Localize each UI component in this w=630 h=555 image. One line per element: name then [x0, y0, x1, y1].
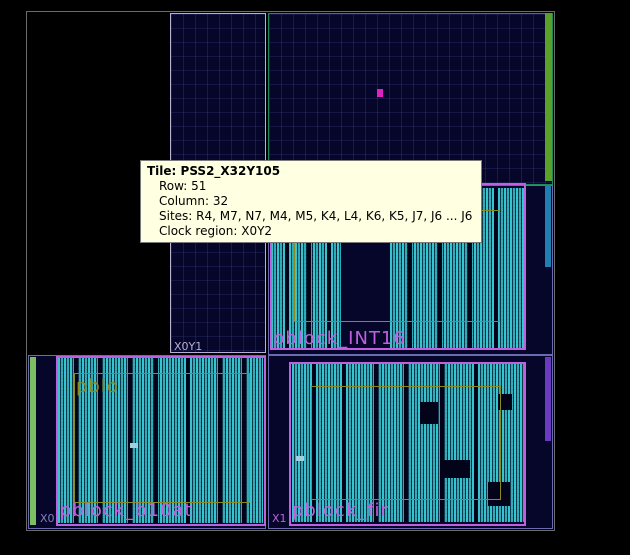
pblock-int16-label: pblock_INT16	[273, 328, 406, 349]
tooltip-sites: Sites: R4, M7, N7, M4, M5, K4, L4, K6, K…	[159, 209, 473, 223]
device-view[interactable]: pblock_INT16 pblo pblock_b10at X0 pblock…	[0, 0, 630, 555]
clock-region-x0y0-label: X0	[40, 512, 55, 525]
selected-tile-marker[interactable]	[377, 89, 383, 97]
clock-bar-violet-bottom	[545, 357, 551, 441]
small-marker-bottom-right	[296, 456, 304, 461]
pblock-bottom-right-label: pblock_fir	[292, 500, 389, 521]
tooltip-row: Row: 51	[159, 179, 207, 193]
tooltip-title: Tile: PSS2_X32Y105	[147, 164, 281, 178]
clock-region-x0y1-label: X0Y1	[174, 340, 203, 353]
small-marker-bottom-left	[130, 443, 138, 448]
tooltip-clock-region: Clock region: X0Y2	[159, 224, 273, 238]
pblock-bottom-right-inner	[311, 386, 501, 500]
clock-bar-green-top	[545, 13, 552, 181]
tile-tooltip: Tile: PSS2_X32Y105 Row: 51 Column: 32 Si…	[140, 160, 482, 243]
clock-region-x1y0-label: X1	[272, 512, 287, 525]
tooltip-column: Column: 32	[159, 194, 229, 208]
clock-bar-green-left	[30, 357, 36, 525]
pblock-bottom-left-label: pblock_b10at	[60, 500, 193, 521]
clock-bar-blue-mid	[545, 185, 551, 267]
pblock-fir-short-label: pblo	[76, 376, 119, 397]
